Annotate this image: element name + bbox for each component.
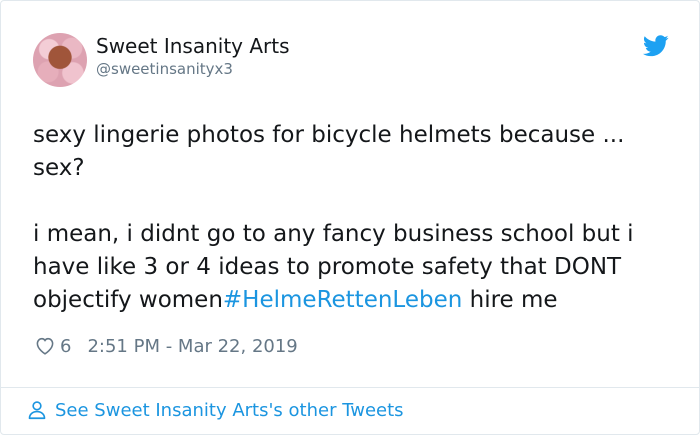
avatar[interactable] [33,33,87,87]
divider [1,387,699,388]
tweet-text: sexy lingerie photos for bicycle helmets… [33,119,673,317]
see-other-tweets-label[interactable]: See Sweet Insanity Arts's other Tweets [55,400,404,421]
author-name[interactable]: Sweet Insanity Arts [96,34,290,58]
tweet-body: sexy lingerie photos for bicycle helmets… [33,122,634,313]
tweet-card: Sweet Insanity Arts @sweetinsanityx3 sex… [0,0,700,435]
twitter-bird-icon[interactable] [643,35,669,57]
heart-icon[interactable] [34,335,56,357]
see-other-tweets-link[interactable]: See Sweet Insanity Arts's other Tweets [26,399,404,421]
hashtag-link[interactable]: #HelmeRettenLeben [223,287,462,313]
author-handle[interactable]: @sweetinsanityx3 [96,60,233,78]
tweet-meta: 6 2:51 PM - Mar 22, 2019 [34,335,298,357]
tweet-body-end: hire me [462,287,558,313]
like-count[interactable]: 6 [60,336,71,357]
timestamp[interactable]: 2:51 PM - Mar 22, 2019 [87,336,297,357]
person-icon [28,401,46,420]
